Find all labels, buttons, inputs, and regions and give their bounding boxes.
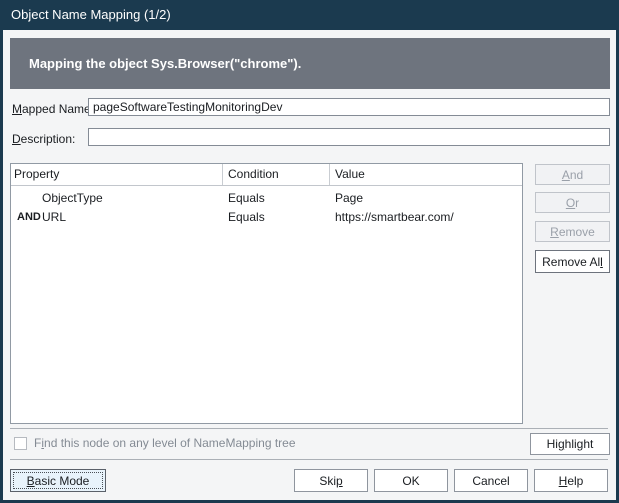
table-row[interactable]: AND URL Equals https://smartbear.com/: [11, 208, 522, 227]
basic-mode-button[interactable]: Basic Mode: [10, 469, 106, 492]
object-name-mapping-dialog: Object Name Mapping (1/2) Mapping the ob…: [0, 0, 619, 503]
column-header-property[interactable]: Property: [11, 164, 223, 185]
row-logic-operator: AND: [11, 208, 42, 227]
or-button[interactable]: Or: [535, 192, 610, 213]
and-button[interactable]: And: [535, 164, 610, 185]
properties-table-header: Property Condition Value: [11, 164, 522, 186]
row-condition: Equals: [223, 189, 330, 208]
banner-text: Mapping the object Sys.Browser("chrome")…: [29, 56, 301, 71]
table-row[interactable]: ObjectType Equals Page: [11, 189, 522, 208]
column-header-condition[interactable]: Condition: [223, 164, 330, 185]
mapped-name-input[interactable]: [88, 98, 610, 116]
separator-line: [10, 428, 608, 429]
highlight-button[interactable]: Highlight: [530, 433, 610, 455]
remove-all-button[interactable]: Remove All: [535, 250, 610, 273]
mapped-name-label: Mapped Name:: [12, 100, 94, 118]
row-condition: Equals: [223, 208, 330, 227]
properties-table-body: ObjectType Equals Page AND URL Equals ht…: [11, 186, 522, 227]
mapping-object-banner: Mapping the object Sys.Browser("chrome")…: [10, 38, 610, 89]
window-title: Object Name Mapping (1/2): [0, 0, 619, 30]
properties-table[interactable]: Property Condition Value ObjectType Equa…: [10, 163, 523, 424]
find-node-checkbox-label[interactable]: Find this node on any level of NameMappi…: [34, 435, 296, 452]
row-value: https://smartbear.com/: [330, 208, 522, 227]
separator-line: [10, 459, 608, 460]
find-node-checkbox[interactable]: [14, 437, 27, 450]
help-button[interactable]: Help: [534, 469, 608, 492]
column-header-value[interactable]: Value: [330, 164, 522, 185]
ok-button[interactable]: OK: [374, 469, 448, 492]
remove-button[interactable]: Remove: [535, 221, 610, 242]
description-input[interactable]: [88, 128, 610, 146]
row-value: Page: [330, 189, 522, 208]
row-logic-operator: [11, 189, 42, 208]
row-property: URL: [42, 208, 66, 227]
row-property: ObjectType: [42, 189, 103, 208]
dialog-client-area: Mapping the object Sys.Browser("chrome")…: [3, 30, 616, 500]
skip-button[interactable]: Skip: [294, 469, 368, 492]
description-label: Description:: [12, 130, 75, 148]
cancel-button[interactable]: Cancel: [454, 469, 528, 492]
